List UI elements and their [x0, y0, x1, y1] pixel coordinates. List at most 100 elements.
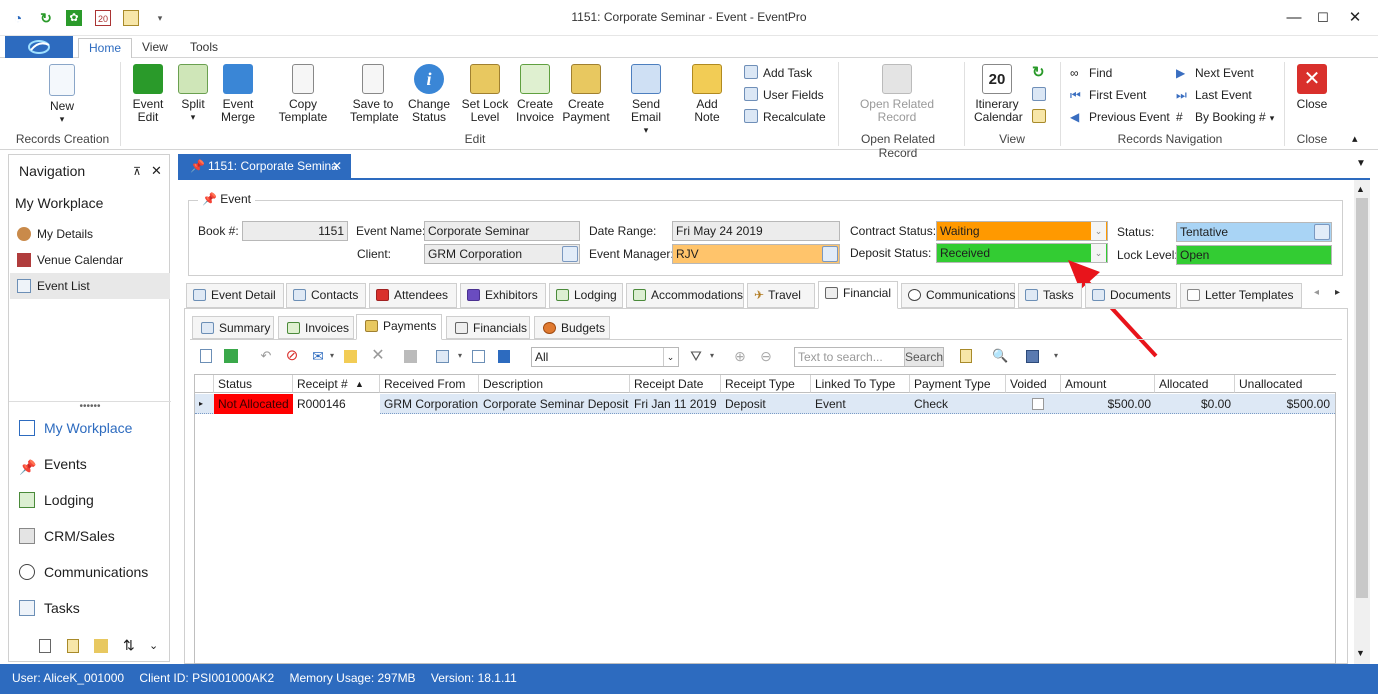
lookup-icon[interactable] [1314, 224, 1330, 240]
cell-payment-type[interactable]: Check [910, 394, 1006, 414]
nav-item-my-details[interactable]: My Details [17, 224, 167, 244]
nav-section-lodging[interactable]: Lodging [19, 489, 94, 511]
tab-view[interactable]: View [132, 38, 178, 58]
event-manager-field[interactable]: RJV [672, 244, 840, 264]
clipboard-icon[interactable] [960, 349, 972, 363]
clipboard-view-icon[interactable] [1032, 108, 1051, 126]
nav-section-tasks[interactable]: Tasks [19, 597, 80, 619]
col-header-allocated[interactable]: Allocated [1155, 375, 1235, 393]
dropdown-icon[interactable]: ▾ [704, 348, 720, 364]
splitter-grip[interactable]: •••••• [9, 401, 171, 412]
recalculate-button[interactable]: Recalculate [744, 108, 826, 126]
scroll-down-icon[interactable]: ▼ [1356, 648, 1365, 658]
tab-event-detail[interactable]: Event Detail [186, 283, 284, 308]
close-panel-icon[interactable]: ✕ [151, 163, 162, 179]
cell-voided[interactable] [1006, 394, 1061, 414]
move-down-icon[interactable]: ⊖ [758, 348, 774, 364]
cell-receipt-type[interactable]: Deposit [721, 394, 811, 414]
subtab-invoices[interactable]: Invoices [278, 316, 354, 339]
event-edit-button[interactable]: Event Edit [128, 64, 168, 124]
chevron-down-icon[interactable]: ⌄ [663, 348, 677, 366]
tab-communications[interactable]: Communications [901, 283, 1015, 308]
move-up-icon[interactable]: ⊕ [732, 348, 748, 364]
add-icon[interactable] [224, 349, 238, 363]
collapse-ribbon-icon[interactable]: ▴ [1352, 132, 1358, 145]
tab-list-dropdown-icon[interactable]: ▼ [1356, 158, 1366, 169]
tab-home[interactable]: Home [78, 38, 133, 59]
vertical-scrollbar[interactable]: ▲ ▼ [1354, 180, 1370, 664]
col-header-receipt-date[interactable]: Receipt Date [630, 375, 721, 393]
itinerary-calendar-button[interactable]: 20 Itinerary Calendar [974, 64, 1023, 124]
voided-checkbox[interactable] [1032, 398, 1044, 410]
lookup-icon[interactable] [562, 246, 578, 262]
col-header-receipt-type[interactable]: Receipt Type [721, 375, 811, 393]
col-header-amount[interactable]: Amount [1061, 375, 1155, 393]
clipboard-icon[interactable] [67, 639, 79, 653]
cell-description[interactable]: Corporate Seminar Deposit [479, 394, 630, 414]
filter-select[interactable]: All ⌄ [531, 347, 679, 367]
nav-section-my-workplace[interactable]: My Workplace [19, 417, 132, 439]
search-button[interactable]: Search [904, 348, 943, 366]
tab-contacts[interactable]: Contacts [286, 283, 366, 308]
split-button[interactable]: Split ▾ [174, 64, 212, 124]
export-icon[interactable] [472, 350, 485, 363]
date-range-field[interactable]: Fri May 24 2019 [672, 221, 840, 241]
chevron-down-icon[interactable]: ⌄ [149, 639, 158, 652]
cancel-icon[interactable]: ⊘ [284, 348, 300, 364]
save-icon[interactable] [1026, 350, 1039, 363]
nav-item-venue-calendar[interactable]: Venue Calendar [17, 250, 167, 270]
lookup-icon[interactable] [822, 246, 838, 262]
col-header-unallocated[interactable]: Unallocated [1235, 375, 1336, 393]
col-header-description[interactable]: Description [479, 375, 630, 393]
nav-section-crm-sales[interactable]: CRM/Sales [19, 525, 115, 547]
tab-accommodations[interactable]: Accommodations [626, 283, 744, 308]
change-status-button[interactable]: i Change Status [406, 64, 452, 124]
minimize-icon[interactable]: — [1284, 8, 1304, 28]
coins-icon[interactable] [94, 639, 108, 653]
cell-linked-to-type[interactable]: Event [811, 394, 910, 414]
dropdown-icon[interactable]: ▾ [1048, 348, 1064, 364]
tab-financial[interactable]: Financial [818, 281, 898, 309]
tab-documents[interactable]: Documents [1085, 283, 1177, 308]
scroll-thumb[interactable] [1356, 198, 1368, 598]
funnel-icon[interactable]: ⛛ [688, 348, 704, 364]
col-header-receipt[interactable]: Receipt # ▲ [293, 375, 380, 393]
new-record-icon[interactable] [200, 349, 212, 363]
scroll-up-icon[interactable]: ▲ [1356, 184, 1365, 194]
subtab-summary[interactable]: Summary [192, 316, 274, 339]
application-menu-button[interactable] [5, 36, 73, 58]
print-disabled-icon[interactable] [404, 350, 417, 363]
add-task-button[interactable]: Add Task [744, 64, 812, 82]
cell-receipt-date[interactable]: Fri Jan 11 2019 [630, 394, 721, 414]
copy-icon[interactable] [436, 350, 449, 363]
col-header-received-from[interactable]: Received From [380, 375, 479, 393]
copy-template-button[interactable]: Copy Template [264, 64, 342, 124]
close-button[interactable]: ✕ Close [1292, 64, 1332, 111]
tab-exhibitors[interactable]: Exhibitors [460, 283, 546, 308]
send-email-button[interactable]: Send Email ▾ [618, 64, 674, 137]
user-fields-button[interactable]: User Fields [744, 86, 824, 104]
lock-level-field[interactable]: Open [1176, 245, 1332, 265]
save-to-template-button[interactable]: Save to Template [350, 64, 399, 124]
cell-unallocated[interactable]: $500.00 [1235, 394, 1334, 414]
delete-icon[interactable]: ✕ [370, 348, 386, 364]
by-booking-button[interactable]: # By Booking # ▾ [1176, 108, 1274, 126]
cell-allocated[interactable]: $0.00 [1155, 394, 1235, 414]
info-icon[interactable] [498, 350, 510, 363]
subtab-financials[interactable]: Financials [446, 316, 530, 339]
subtab-payments[interactable]: Payments [356, 314, 442, 340]
refresh-view-icon[interactable]: ↻ [1032, 64, 1045, 82]
last-event-button[interactable]: ⏭ Last Event [1176, 86, 1252, 104]
find-button[interactable]: ∞ Find [1070, 64, 1112, 82]
contract-status-select[interactable]: Waiting ⌄ [936, 221, 1108, 241]
open-related-record-button[interactable]: Open Related Record [858, 64, 936, 124]
undo-icon[interactable]: ↶ [258, 348, 274, 364]
cell-amount[interactable]: $500.00 [1061, 394, 1155, 414]
pin-icon[interactable]: ⊼ [133, 165, 141, 178]
tab-lodging[interactable]: Lodging [549, 283, 623, 308]
tab-tasks[interactable]: Tasks [1018, 283, 1082, 308]
calculator-icon[interactable] [39, 639, 51, 653]
col-header-voided[interactable]: Voided [1006, 375, 1061, 393]
cell-received-from[interactable]: GRM Corporation [380, 394, 479, 414]
new-button[interactable]: New ▾ [40, 64, 84, 126]
